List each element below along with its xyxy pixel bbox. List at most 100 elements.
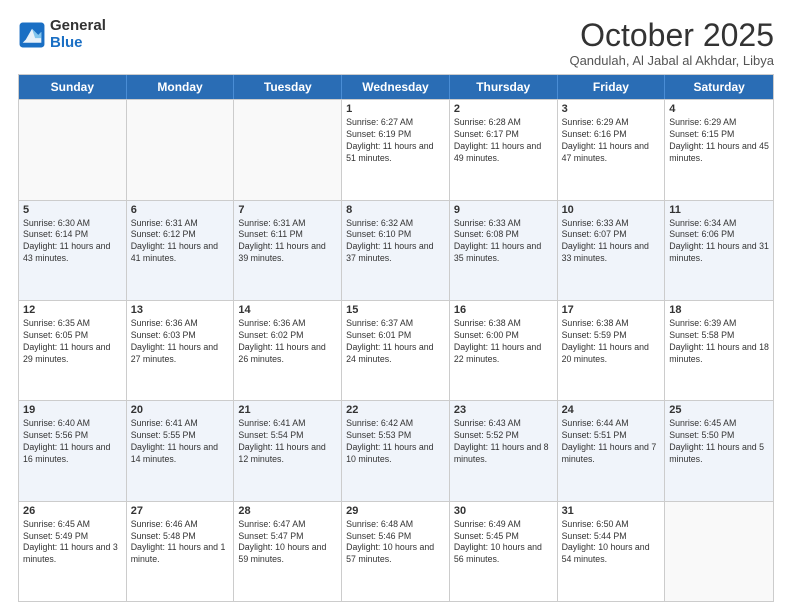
cal-cell-w4-d1: 27 Sunrise: 6:46 AMSunset: 5:48 PMDayligh…: [127, 502, 235, 601]
day-number: 9: [454, 204, 553, 216]
day-info: Sunrise: 6:47 AMSunset: 5:47 PMDaylight:…: [238, 519, 337, 567]
day-number: 7: [238, 204, 337, 216]
day-info: Sunrise: 6:30 AMSunset: 6:14 PMDaylight:…: [23, 218, 122, 266]
cal-cell-w3-d6: 25 Sunrise: 6:45 AMSunset: 5:50 PMDayligh…: [665, 401, 773, 500]
cal-cell-w0-d0: [19, 100, 127, 199]
day-info: Sunrise: 6:44 AMSunset: 5:51 PMDaylight:…: [562, 418, 661, 466]
cal-cell-w4-d2: 28 Sunrise: 6:47 AMSunset: 5:47 PMDayligh…: [234, 502, 342, 601]
day-info: Sunrise: 6:31 AMSunset: 6:11 PMDaylight:…: [238, 218, 337, 266]
cal-cell-w1-d6: 11 Sunrise: 6:34 AMSunset: 6:06 PMDayligh…: [665, 201, 773, 300]
logo-icon: [18, 21, 46, 49]
logo-text: General Blue: [50, 18, 106, 51]
cal-cell-w0-d4: 2 Sunrise: 6:28 AMSunset: 6:17 PMDaylight…: [450, 100, 558, 199]
cal-cell-w3-d3: 22 Sunrise: 6:42 AMSunset: 5:53 PMDayligh…: [342, 401, 450, 500]
day-number: 16: [454, 304, 553, 316]
cal-week-2: 12Sunrise: 6:35 AMSunset: 6:05 PMDayligh…: [19, 300, 773, 400]
cal-cell-w1-d5: 10Sunrise: 6:33 AMSunset: 6:07 PMDayligh…: [558, 201, 666, 300]
day-info: Sunrise: 6:38 AMSunset: 6:00 PMDaylight:…: [454, 318, 553, 366]
cal-header-thursday: Thursday: [450, 75, 558, 99]
cal-cell-w0-d1: [127, 100, 235, 199]
cal-cell-w0-d2: [234, 100, 342, 199]
day-info: Sunrise: 6:41 AMSunset: 5:54 PMDaylight:…: [238, 418, 337, 466]
cal-cell-w1-d3: 8Sunrise: 6:32 AMSunset: 6:10 PMDaylight…: [342, 201, 450, 300]
day-number: 17: [562, 304, 661, 316]
logo-general-text: General: [50, 18, 106, 35]
cal-cell-w2-d5: 17 Sunrise: 6:38 AMSunset: 5:59 PMDayligh…: [558, 301, 666, 400]
day-info: Sunrise: 6:27 AMSunset: 6:19 PMDaylight:…: [346, 117, 445, 165]
day-info: Sunrise: 6:34 AMSunset: 6:06 PMDaylight:…: [669, 218, 769, 266]
day-info: Sunrise: 6:43 AMSunset: 5:52 PMDaylight:…: [454, 418, 553, 466]
cal-cell-w0-d6: 4 Sunrise: 6:29 AMSunset: 6:15 PMDaylight…: [665, 100, 773, 199]
day-info: Sunrise: 6:28 AMSunset: 6:17 PMDaylight:…: [454, 117, 553, 165]
day-info: Sunrise: 6:33 AMSunset: 6:08 PMDaylight:…: [454, 218, 553, 266]
title-block: October 2025 Qandulah, Al Jabal al Akhda…: [569, 18, 774, 68]
calendar-body: 1 Sunrise: 6:27 AMSunset: 6:19 PMDaylight…: [19, 99, 773, 601]
day-number: 18: [669, 304, 769, 316]
cal-cell-w2-d3: 15 Sunrise: 6:37 AMSunset: 6:01 PMDayligh…: [342, 301, 450, 400]
day-number: 13: [131, 304, 230, 316]
logo: General Blue: [18, 18, 106, 51]
day-number: 20: [131, 404, 230, 416]
day-number: 2: [454, 103, 553, 115]
day-info: Sunrise: 6:36 AMSunset: 6:03 PMDaylight:…: [131, 318, 230, 366]
cal-cell-w3-d0: 19Sunrise: 6:40 AMSunset: 5:56 PMDayligh…: [19, 401, 127, 500]
month-title: October 2025: [569, 18, 774, 53]
day-info: Sunrise: 6:46 AMSunset: 5:48 PMDaylight:…: [131, 519, 230, 567]
day-number: 28: [238, 505, 337, 517]
day-info: Sunrise: 6:45 AMSunset: 5:50 PMDaylight:…: [669, 418, 769, 466]
day-number: 1: [346, 103, 445, 115]
day-number: 31: [562, 505, 661, 517]
day-number: 27: [131, 505, 230, 517]
day-info: Sunrise: 6:36 AMSunset: 6:02 PMDaylight:…: [238, 318, 337, 366]
day-info: Sunrise: 6:29 AMSunset: 6:15 PMDaylight:…: [669, 117, 769, 165]
logo-blue-text: Blue: [50, 35, 106, 52]
day-info: Sunrise: 6:31 AMSunset: 6:12 PMDaylight:…: [131, 218, 230, 266]
day-number: 25: [669, 404, 769, 416]
day-number: 14: [238, 304, 337, 316]
calendar-header-row: SundayMondayTuesdayWednesdayThursdayFrid…: [19, 75, 773, 99]
cal-header-wednesday: Wednesday: [342, 75, 450, 99]
cal-cell-w3-d4: 23 Sunrise: 6:43 AMSunset: 5:52 PMDayligh…: [450, 401, 558, 500]
cal-cell-w4-d6: [665, 502, 773, 601]
header: General Blue October 2025 Qandulah, Al J…: [18, 18, 774, 68]
cal-cell-w3-d5: 24 Sunrise: 6:44 AMSunset: 5:51 PMDayligh…: [558, 401, 666, 500]
day-number: 23: [454, 404, 553, 416]
cal-cell-w2-d6: 18 Sunrise: 6:39 AMSunset: 5:58 PMDayligh…: [665, 301, 773, 400]
cal-cell-w0-d3: 1 Sunrise: 6:27 AMSunset: 6:19 PMDaylight…: [342, 100, 450, 199]
day-number: 29: [346, 505, 445, 517]
cal-cell-w3-d1: 20Sunrise: 6:41 AMSunset: 5:55 PMDayligh…: [127, 401, 235, 500]
cal-cell-w0-d5: 3Sunrise: 6:29 AMSunset: 6:16 PMDaylight…: [558, 100, 666, 199]
day-number: 3: [562, 103, 661, 115]
day-info: Sunrise: 6:38 AMSunset: 5:59 PMDaylight:…: [562, 318, 661, 366]
day-info: Sunrise: 6:45 AMSunset: 5:49 PMDaylight:…: [23, 519, 122, 567]
cal-cell-w1-d0: 5 Sunrise: 6:30 AMSunset: 6:14 PMDaylight…: [19, 201, 127, 300]
day-number: 10: [562, 204, 661, 216]
day-number: 8: [346, 204, 445, 216]
cal-cell-w4-d0: 26Sunrise: 6:45 AMSunset: 5:49 PMDayligh…: [19, 502, 127, 601]
cal-week-0: 1 Sunrise: 6:27 AMSunset: 6:19 PMDaylight…: [19, 99, 773, 199]
location: Qandulah, Al Jabal al Akhdar, Libya: [569, 53, 774, 68]
cal-cell-w3-d2: 21Sunrise: 6:41 AMSunset: 5:54 PMDayligh…: [234, 401, 342, 500]
cal-week-4: 26Sunrise: 6:45 AMSunset: 5:49 PMDayligh…: [19, 501, 773, 601]
day-number: 30: [454, 505, 553, 517]
day-number: 24: [562, 404, 661, 416]
day-number: 12: [23, 304, 122, 316]
cal-header-monday: Monday: [127, 75, 235, 99]
day-info: Sunrise: 6:42 AMSunset: 5:53 PMDaylight:…: [346, 418, 445, 466]
cal-cell-w4-d5: 31Sunrise: 6:50 AMSunset: 5:44 PMDayligh…: [558, 502, 666, 601]
day-number: 19: [23, 404, 122, 416]
day-info: Sunrise: 6:48 AMSunset: 5:46 PMDaylight:…: [346, 519, 445, 567]
day-number: 5: [23, 204, 122, 216]
day-info: Sunrise: 6:39 AMSunset: 5:58 PMDaylight:…: [669, 318, 769, 366]
calendar: SundayMondayTuesdayWednesdayThursdayFrid…: [18, 74, 774, 602]
day-info: Sunrise: 6:49 AMSunset: 5:45 PMDaylight:…: [454, 519, 553, 567]
cal-header-saturday: Saturday: [665, 75, 773, 99]
cal-cell-w4-d4: 30 Sunrise: 6:49 AMSunset: 5:45 PMDayligh…: [450, 502, 558, 601]
cal-week-1: 5 Sunrise: 6:30 AMSunset: 6:14 PMDaylight…: [19, 200, 773, 300]
day-number: 22: [346, 404, 445, 416]
cal-cell-w2-d4: 16 Sunrise: 6:38 AMSunset: 6:00 PMDayligh…: [450, 301, 558, 400]
day-number: 11: [669, 204, 769, 216]
day-number: 15: [346, 304, 445, 316]
day-info: Sunrise: 6:37 AMSunset: 6:01 PMDaylight:…: [346, 318, 445, 366]
day-number: 4: [669, 103, 769, 115]
